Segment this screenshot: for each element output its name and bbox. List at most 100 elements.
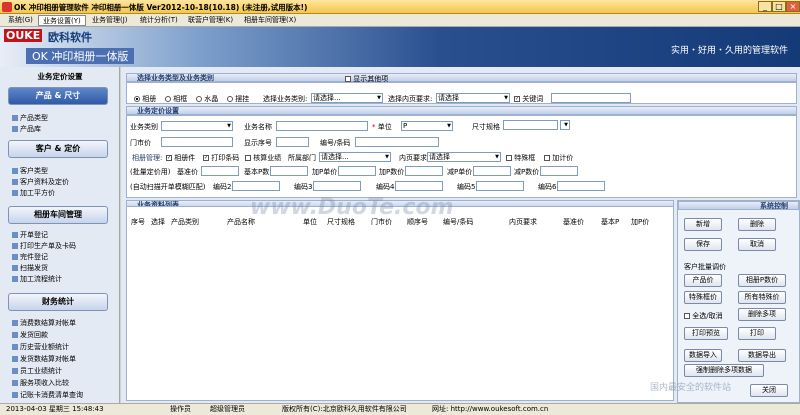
col-base-p[interactable]: 基本P bbox=[601, 217, 619, 226]
menu-business-management[interactable]: 业务管理(J) bbox=[88, 15, 132, 26]
all-special-button[interactable]: 所有特殊价 bbox=[738, 291, 786, 304]
section-finance[interactable]: 财务统计 bbox=[8, 293, 108, 311]
sidebar-item-shipping-payment[interactable]: 发货回款 bbox=[12, 330, 48, 340]
special-checkbox[interactable]: 特殊框 bbox=[506, 153, 535, 163]
minimize-button[interactable]: _ bbox=[758, 1, 772, 12]
menu-album-workshop[interactable]: 相册车间管理(X) bbox=[240, 15, 300, 26]
keyword-input[interactable] bbox=[551, 93, 631, 103]
window-title: OK 冲印相册管理软件 冲印相册一体版 Ver2012-10-18(10.18)… bbox=[14, 3, 308, 12]
page-req-label2: 内页要求 bbox=[399, 154, 427, 162]
base-price-input[interactable] bbox=[201, 166, 239, 176]
close-panel-button[interactable]: 关闭 bbox=[750, 384, 788, 397]
sidebar-item-product-type[interactable]: 产品类型 bbox=[12, 113, 48, 123]
force-delete-button[interactable]: 强制删除多项数据 bbox=[684, 364, 764, 377]
status-date: 2013-04-03 星期三 15:48:43 bbox=[6, 405, 104, 413]
spec-input[interactable] bbox=[503, 120, 558, 130]
print-preview-button[interactable]: 打印预览 bbox=[684, 327, 728, 340]
biz-name-input[interactable] bbox=[276, 121, 368, 131]
album-p-button[interactable]: 相册P数价 bbox=[738, 274, 786, 287]
code5-input[interactable] bbox=[476, 181, 524, 191]
radio-crystal[interactable]: 水晶 bbox=[196, 94, 218, 104]
col-index[interactable]: 序号 bbox=[131, 217, 145, 226]
batch-title: 客户批量调价 bbox=[684, 263, 726, 271]
code2-input[interactable] bbox=[232, 181, 280, 191]
select-all-checkbox[interactable]: 全选/取消 bbox=[684, 311, 723, 321]
close-button[interactable]: × bbox=[786, 1, 800, 12]
dept-select[interactable]: 请选择... bbox=[319, 152, 391, 162]
export-button[interactable]: 数据导出 bbox=[738, 349, 786, 362]
door-price-input[interactable] bbox=[161, 137, 233, 147]
delete-button[interactable]: 删除 bbox=[738, 218, 776, 231]
sidebar-item-customer-data[interactable]: 客户资料及定价 bbox=[12, 177, 69, 187]
sidebar-item-revenue-history[interactable]: 历史营业额统计 bbox=[12, 342, 69, 352]
biz-type-select[interactable]: 请选择... bbox=[311, 93, 383, 103]
display-no-input[interactable] bbox=[276, 137, 309, 147]
radio-frame[interactable]: 相框 bbox=[165, 94, 187, 104]
spec-dropdown[interactable] bbox=[560, 120, 570, 130]
add-price-checkbox[interactable]: 加计价 bbox=[544, 153, 573, 163]
code3-input[interactable] bbox=[313, 181, 361, 191]
sidebar-item-shipping-statement[interactable]: 发货数结算对帐单 bbox=[12, 354, 76, 364]
sidebar-item-service-compare[interactable]: 服务项收入比较 bbox=[12, 378, 69, 388]
col-category[interactable]: 产品类别 bbox=[171, 217, 199, 226]
sidebar-item-square-price[interactable]: 加工平方价 bbox=[12, 188, 55, 198]
keyword-checkbox[interactable]: ✓ 关键词 bbox=[514, 94, 543, 104]
menu-statistics[interactable]: 统计分析(T) bbox=[136, 15, 182, 26]
code3-label: 编码3 bbox=[294, 183, 313, 191]
code6-input[interactable] bbox=[557, 181, 605, 191]
add-p-input[interactable] bbox=[405, 166, 443, 176]
special-frame-button[interactable]: 特殊框价 bbox=[684, 291, 722, 304]
import-button[interactable]: 数据导入 bbox=[684, 349, 722, 362]
section-album-workshop[interactable]: 相册车间管理 bbox=[8, 206, 108, 224]
code-input[interactable] bbox=[355, 137, 439, 147]
col-base-price[interactable]: 基准价 bbox=[563, 217, 584, 226]
col-add-p[interactable]: 加P价 bbox=[631, 217, 649, 226]
sidebar-item-customer-type[interactable]: 客户类型 bbox=[12, 166, 48, 176]
add-button[interactable]: 新增 bbox=[684, 218, 722, 231]
section-customer-pricing[interactable]: 客户 & 定价 bbox=[8, 140, 108, 158]
save-button[interactable]: 保存 bbox=[684, 238, 722, 251]
unit-select[interactable]: P bbox=[401, 121, 453, 131]
print-button[interactable]: 打印 bbox=[738, 327, 776, 340]
sidebar-item-staff-stats[interactable]: 员工业绩统计 bbox=[12, 366, 62, 376]
radio-album[interactable]: 相册 bbox=[134, 94, 156, 104]
print-code-checkbox[interactable]: ✓ 打印条码 bbox=[203, 153, 239, 163]
menu-business-settings[interactable]: 业务设置(Y) bbox=[38, 15, 86, 26]
sidebar-item-print-order[interactable]: 打印生产单及卡码 bbox=[12, 241, 76, 251]
maximize-button[interactable]: □ bbox=[772, 1, 786, 12]
sidebar-item-order-register[interactable]: 开单登记 bbox=[12, 230, 48, 240]
biz-cat-select[interactable] bbox=[161, 121, 233, 131]
unit-label: * 单位 bbox=[372, 123, 392, 131]
min-unit-input[interactable] bbox=[473, 166, 511, 176]
page-req-select2[interactable]: 请选择 bbox=[427, 152, 501, 162]
add-p-label: 加P数价 bbox=[379, 168, 405, 176]
menu-bar: 系统(G) 业务设置(Y) 业务管理(J) 统计分析(T) 联营户管理(K) 相… bbox=[0, 14, 800, 27]
add-unit-input[interactable] bbox=[338, 166, 376, 176]
code4-input[interactable] bbox=[395, 181, 443, 191]
delete-items-button[interactable]: 删除多项 bbox=[738, 308, 786, 321]
product-price-button[interactable]: 产品价 bbox=[684, 274, 722, 287]
cancel-button[interactable]: 取消 bbox=[738, 238, 776, 251]
min-p-input[interactable] bbox=[540, 166, 578, 176]
sidebar-item-card-query[interactable]: 记账卡消费清单查询 bbox=[12, 390, 83, 400]
audit-checkbox[interactable]: 核算业绩 bbox=[245, 153, 281, 163]
sidebar-item-scan-ship[interactable]: 扫描发货 bbox=[12, 263, 48, 273]
col-page-req[interactable]: 内页要求 bbox=[509, 217, 537, 226]
sidebar-item-product-library[interactable]: 产品库 bbox=[12, 124, 41, 134]
sidebar-item-process-stats[interactable]: 加工流程统计 bbox=[12, 274, 62, 284]
radio-ornament[interactable]: 摆挂 bbox=[227, 94, 249, 104]
spec-label: 尺寸规格 bbox=[472, 123, 500, 131]
base-p-input[interactable] bbox=[270, 166, 308, 176]
sidebar-item-consumption-statement[interactable]: 消费数结算对帐单 bbox=[12, 318, 76, 328]
data-grid[interactable]: 序号 选择 产品类别 产品名称 单位 尺寸规格 门市价 顺序号 编号/条码 内页… bbox=[126, 206, 674, 401]
album-part-checkbox[interactable]: ✓ 相册件 bbox=[166, 153, 195, 163]
sidebar-item-finish-register[interactable]: 完件登记 bbox=[12, 252, 48, 262]
section-product-size[interactable]: 产品 & 尺寸 bbox=[8, 87, 108, 105]
menu-system[interactable]: 系统(G) bbox=[4, 15, 37, 26]
status-copyright: 版权所有(C):北京欧科久用软件有限公司 bbox=[282, 405, 407, 413]
col-select[interactable]: 选择 bbox=[151, 217, 165, 226]
sidebar: 业务定价设置 产品 & 尺寸 产品类型 产品库 客户 & 定价 客户类型 客户资… bbox=[0, 67, 120, 403]
page-req-select[interactable]: 请选择 bbox=[436, 93, 510, 103]
door-price-label: 门市价 bbox=[130, 139, 151, 147]
menu-partner-management[interactable]: 联营户管理(K) bbox=[184, 15, 237, 26]
